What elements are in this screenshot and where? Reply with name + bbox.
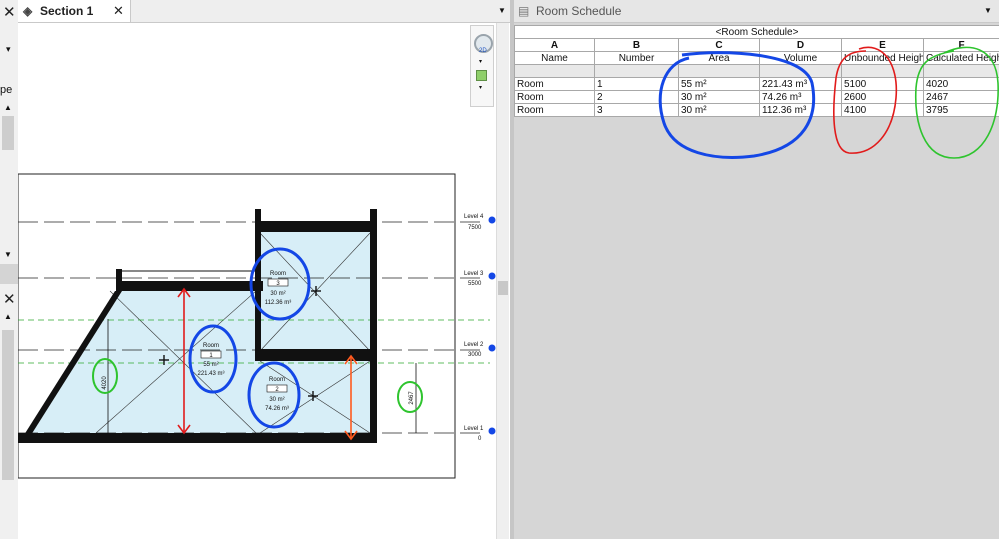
panel-partial-label: pe (0, 84, 13, 96)
column-header[interactable]: Area (678, 51, 760, 65)
level-name: Level 2 (464, 342, 484, 348)
level-name: Level 4 (464, 214, 484, 220)
zoom-icon[interactable] (476, 70, 487, 81)
table-cell[interactable]: Room (514, 103, 595, 117)
tab-menu-icon[interactable]: ▼ (984, 0, 992, 22)
section-tab-bar: ◈ Section 1 ✕ ▼ (18, 0, 510, 23)
table-cell[interactable]: 1 (594, 77, 679, 91)
room-tag-volume: 74.26 m³ (265, 406, 289, 412)
column-letter-row: A B C D E F (514, 38, 999, 52)
column-letter[interactable]: F (923, 38, 999, 52)
section-view-scrollbar[interactable] (496, 23, 509, 539)
schedule-title: <Room Schedule> (514, 25, 999, 39)
left-panel-strip: ✕ ▾ pe ▲ ▼ ✕ ▲ (0, 0, 19, 539)
level-elevation: 7500 (468, 225, 482, 231)
table-row: Room 3 30 m² 112.36 m³ 4100 3795 (514, 103, 999, 117)
schedule-view: <Room Schedule> A B C D E F Name Number … (514, 23, 999, 539)
dropdown-arrow-icon[interactable]: ▾ (479, 84, 482, 91)
table-cell[interactable]: 3795 (923, 103, 999, 117)
dimension-text: 4020 (102, 376, 108, 390)
tab-close-icon[interactable]: ✕ (113, 0, 124, 22)
column-letter[interactable]: C (678, 38, 760, 52)
column-header[interactable]: Calculated Height (923, 51, 999, 65)
room-tag-label: Room (270, 271, 286, 277)
scrollbar-thumb[interactable] (2, 330, 14, 480)
table-cell[interactable]: 74.26 m³ (759, 90, 842, 104)
dimension-text: 2467 (409, 391, 415, 405)
table-cell[interactable]: 4100 (841, 103, 924, 117)
column-header-row: Name Number Area Volume Unbounded Height… (514, 51, 999, 65)
level-head-markers (488, 216, 496, 435)
level-elevation: 3000 (468, 352, 482, 358)
column-letter[interactable]: A (514, 38, 595, 52)
scroll-up-icon[interactable]: ▲ (4, 312, 12, 321)
room-schedule-table: <Room Schedule> A B C D E F Name Number … (514, 25, 999, 117)
table-row: Room 1 55 m² 221.43 m³ 5100 4020 (514, 77, 999, 91)
table-cell[interactable]: 5100 (841, 77, 924, 91)
table-cell[interactable]: Room (514, 90, 595, 104)
room-tag-area: 30 m² (270, 291, 285, 297)
dropdown-arrow-icon[interactable]: ▾ (6, 44, 11, 55)
dropdown-arrow-icon[interactable]: ▾ (479, 58, 482, 65)
schedule-tab-bar: ▤ Room Schedule ▼ (514, 0, 999, 23)
scroll-down-icon[interactable]: ▼ (4, 250, 12, 259)
table-cell[interactable]: 2 (594, 90, 679, 104)
room-tag-area: 30 m² (269, 397, 284, 403)
table-cell[interactable]: 3 (594, 103, 679, 117)
table-cell[interactable]: 2600 (841, 90, 924, 104)
section-drawing: Room 3 30 m² 112.36 m³ Room 1 55 m² 221.… (18, 173, 496, 479)
table-cell[interactable]: 4020 (923, 77, 999, 91)
scrollbar-thumb[interactable] (498, 281, 508, 295)
table-cell[interactable]: 112.36 m³ (759, 103, 842, 117)
room-tag-label: Room (203, 343, 219, 349)
tab-label: Room Schedule (536, 4, 622, 18)
column-header[interactable]: Number (594, 51, 679, 65)
level-name: Level 3 (464, 271, 484, 277)
column-letter[interactable]: D (759, 38, 842, 52)
tab-room-schedule[interactable]: ▤ Room Schedule (514, 0, 634, 22)
level-heads: Level 4 7500 Level 3 5500 Level 2 3000 L… (464, 214, 484, 442)
column-letter[interactable]: B (594, 38, 679, 52)
room-tag-volume: 221.43 m³ (197, 371, 224, 377)
tab-section-1[interactable]: ◈ Section 1 ✕ (18, 0, 131, 22)
table-cell[interactable]: 55 m² (678, 77, 760, 91)
table-cell[interactable]: 30 m² (678, 90, 760, 104)
tab-label: Section 1 (40, 4, 94, 18)
table-row: Room 2 30 m² 74.26 m³ 2600 2467 (514, 90, 999, 104)
level-elevation: 0 (478, 436, 482, 442)
blank-row (514, 64, 999, 78)
table-cell[interactable]: 2467 (923, 90, 999, 104)
table-cell[interactable]: Room (514, 77, 595, 91)
column-header[interactable]: Volume (759, 51, 842, 65)
level-name: Level 1 (464, 426, 484, 432)
scroll-up-icon[interactable]: ▲ (4, 103, 12, 112)
column-letter[interactable]: E (841, 38, 924, 52)
scrollbar-thumb[interactable] (2, 116, 14, 150)
navigation-bar: 2D ▾ ▾ (470, 25, 494, 107)
2d-label: 2D (479, 48, 487, 54)
close-icon[interactable]: ✕ (3, 292, 16, 308)
column-header[interactable]: Unbounded Height (841, 51, 924, 65)
level-elevation: 5500 (468, 281, 482, 287)
table-cell[interactable]: 221.43 m³ (759, 77, 842, 91)
table-cell[interactable]: 30 m² (678, 103, 760, 117)
schedule-icon: ▤ (518, 4, 530, 18)
room-tag-volume: 112.36 m³ (265, 300, 292, 306)
room-1-fill (28, 291, 258, 433)
room-tag-area: 55 m² (203, 362, 218, 368)
room-tag-label: Room (269, 377, 285, 383)
panel-divider (0, 264, 18, 284)
section-view-canvas[interactable]: Room 3 30 m² 112.36 m³ Room 1 55 m² 221.… (18, 23, 496, 539)
tab-menu-icon[interactable]: ▼ (498, 0, 506, 22)
section-view-icon: ◈ (23, 4, 33, 18)
column-header[interactable]: Name (514, 51, 595, 65)
close-icon[interactable]: ✕ (3, 5, 16, 21)
